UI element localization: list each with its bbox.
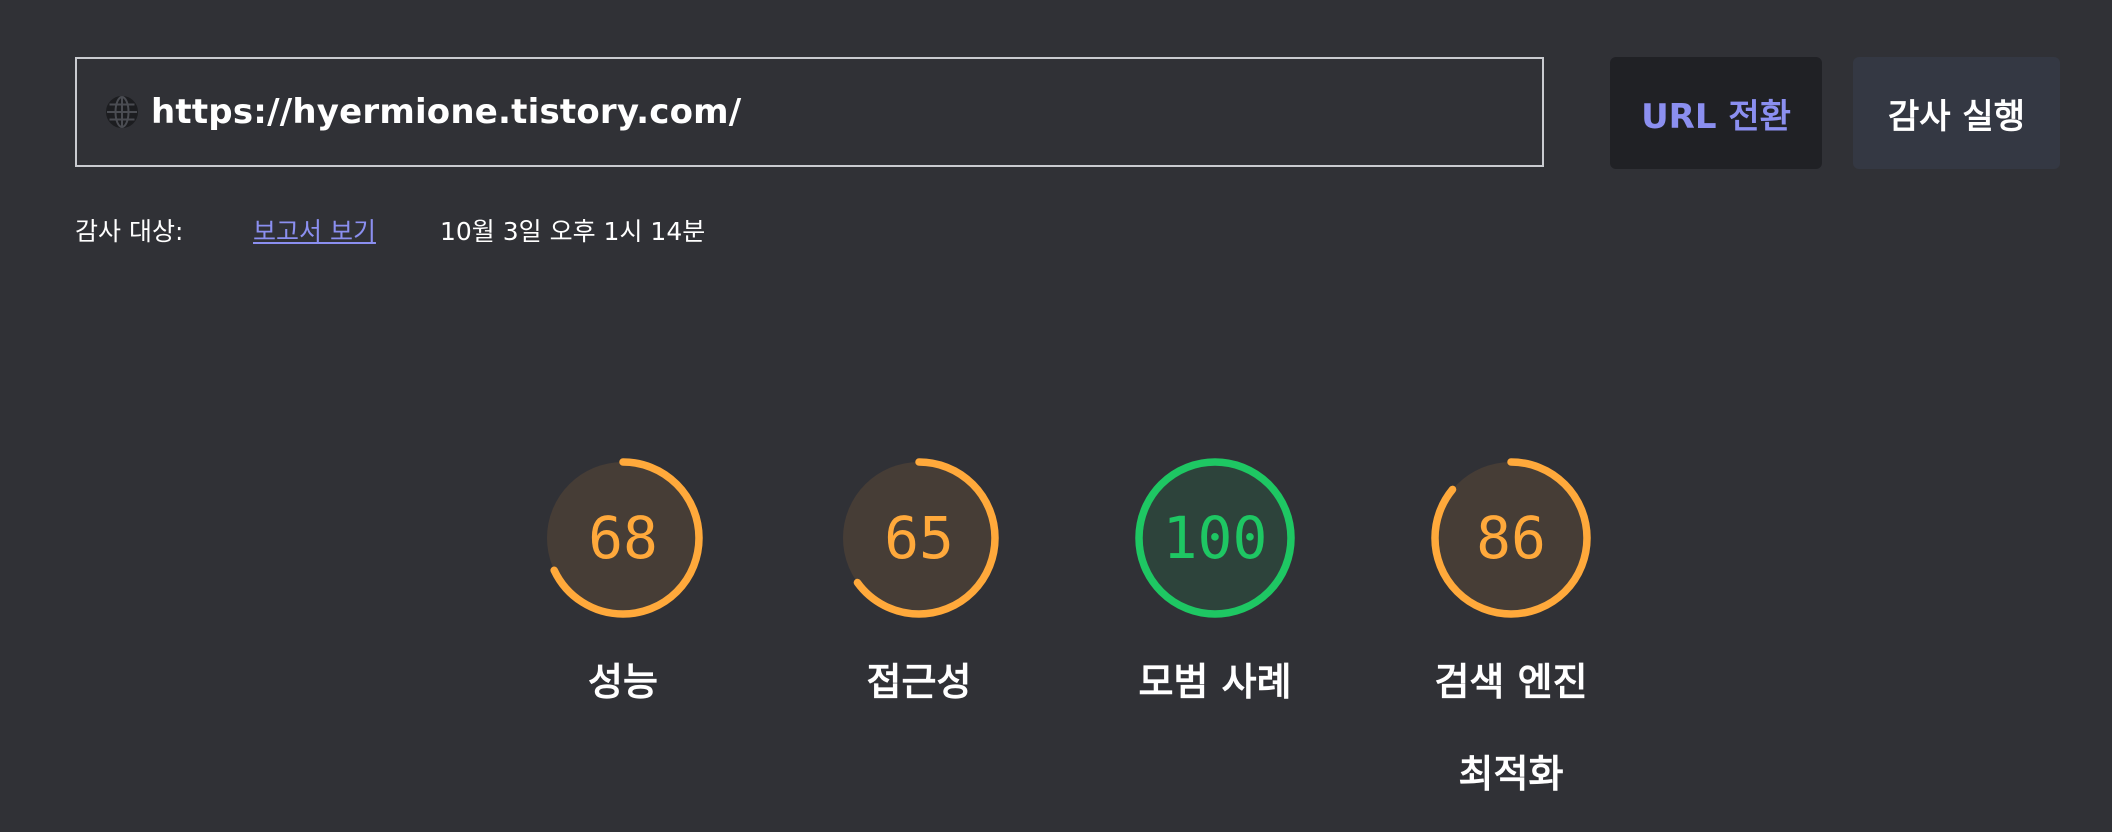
- gauge-score: 68: [588, 504, 658, 572]
- gauge-label-performance: 성능: [588, 660, 658, 704]
- audit-timestamp: 10월 3일 오후 1시 14분: [440, 217, 706, 246]
- gauge-accessibility[interactable]: 65: [837, 456, 1001, 620]
- lighthouse-panel: https://hyermione.tistory.com/ URL 전환 감사…: [0, 0, 2112, 832]
- run-audit-button[interactable]: 감사 실행: [1853, 57, 2060, 169]
- switch-url-button[interactable]: URL 전환: [1610, 57, 1822, 169]
- gauge-best-practices[interactable]: 100: [1133, 456, 1297, 620]
- gauge-label-accessibility: 접근성: [866, 660, 972, 704]
- audit-target-label: 감사 대상:: [75, 217, 184, 246]
- globe-icon: [106, 96, 138, 128]
- gauge-score: 100: [1162, 504, 1268, 572]
- gauge-label-best-practices: 모범 사례: [1138, 660, 1292, 704]
- view-report-link[interactable]: 보고서 보기: [253, 212, 376, 248]
- url-value: https://hyermione.tistory.com/: [151, 92, 742, 132]
- gauge-label-seo: 검색 엔진 최적화: [1434, 660, 1588, 796]
- gauge-seo[interactable]: 86: [1429, 456, 1593, 620]
- gauge-score: 65: [884, 504, 954, 572]
- gauge-performance[interactable]: 68: [541, 456, 705, 620]
- url-field[interactable]: https://hyermione.tistory.com/: [75, 57, 1544, 167]
- gauge-score: 86: [1476, 504, 1546, 572]
